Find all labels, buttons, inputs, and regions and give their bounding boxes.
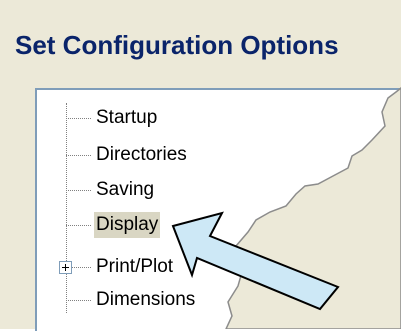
options-tree: Startup Directories Saving Display Print… (0, 0, 401, 329)
tree-item-startup[interactable]: Startup (94, 105, 159, 131)
tree-branch-line (66, 118, 91, 119)
tree-item-directories[interactable]: Directories (94, 142, 189, 168)
tree-item-dimensions[interactable]: Dimensions (94, 287, 197, 313)
tree-branch-line (66, 155, 91, 156)
expand-plus-icon[interactable] (59, 261, 72, 274)
tree-branch-line (66, 190, 91, 191)
tree-guide-line (66, 103, 67, 313)
tree-item-print-plot[interactable]: Print/Plot (94, 254, 175, 280)
tree-item-display[interactable]: Display (94, 212, 161, 238)
tree-item-saving[interactable]: Saving (94, 177, 156, 203)
tree-branch-line (66, 225, 91, 226)
tree-branch-line (72, 267, 91, 268)
tree-branch-line (66, 300, 91, 301)
config-dialog: Set Configuration Options Startup Direct… (0, 0, 401, 331)
